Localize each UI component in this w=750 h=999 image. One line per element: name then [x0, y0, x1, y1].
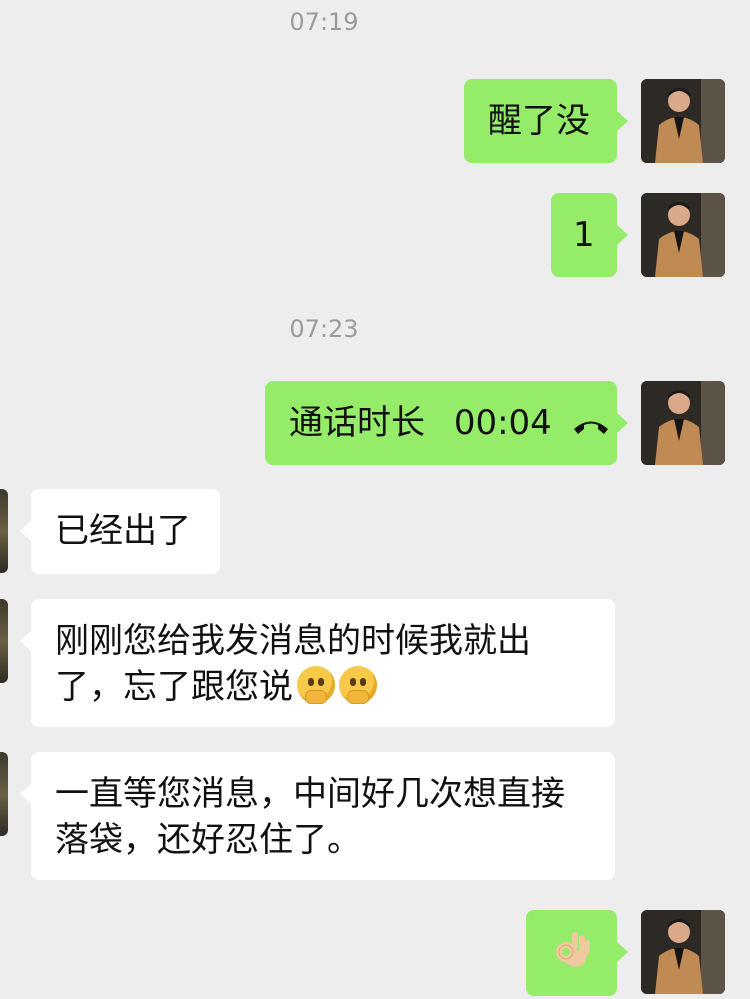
message-text-line: 一直等您消息，中间好几次想直接 [55, 774, 565, 814]
avatar[interactable] [641, 910, 725, 994]
avatar[interactable] [641, 79, 725, 163]
message-text: 1 [573, 215, 595, 255]
avatar[interactable] [641, 381, 725, 465]
message-bubble-incoming[interactable]: 刚刚您给我发消息的时候我就出 了，忘了跟您说 [20, 599, 615, 727]
message-text: 已经出了 [55, 511, 191, 551]
contact-avatar[interactable] [0, 752, 8, 836]
call-duration: 00:04 [453, 403, 552, 443]
thinking-face-icon [339, 666, 377, 704]
message-text-line: 刚刚您给我发消息的时候我就出 [55, 621, 531, 661]
thinking-face-icon [297, 666, 335, 704]
message-text-line: 了，忘了跟您说 [55, 667, 293, 707]
message-text: 醒了没 [488, 101, 590, 141]
call-record-bubble[interactable]: 通话时长 00:04 [265, 381, 628, 465]
contact-avatar[interactable] [0, 599, 8, 683]
hangup-phone-icon [571, 402, 611, 448]
message-bubble-outgoing[interactable]: 1 [551, 193, 628, 277]
message-bubble-outgoing[interactable]: 醒了没 [464, 79, 628, 163]
message-bubble-incoming[interactable]: 一直等您消息，中间好几次想直接 落袋，还好忍住了。 [20, 752, 615, 880]
message-text-line: 落袋，还好忍住了。 [55, 820, 361, 860]
ok-hand-icon [552, 928, 592, 986]
call-label: 通话时长 [289, 403, 425, 443]
avatar[interactable] [641, 193, 725, 277]
timestamp: 07:23 [289, 315, 359, 343]
message-bubble-incoming[interactable]: 已经出了 [20, 489, 220, 574]
timestamp: 07:19 [289, 8, 359, 36]
contact-avatar[interactable] [0, 489, 8, 573]
message-bubble-outgoing[interactable] [526, 910, 628, 996]
